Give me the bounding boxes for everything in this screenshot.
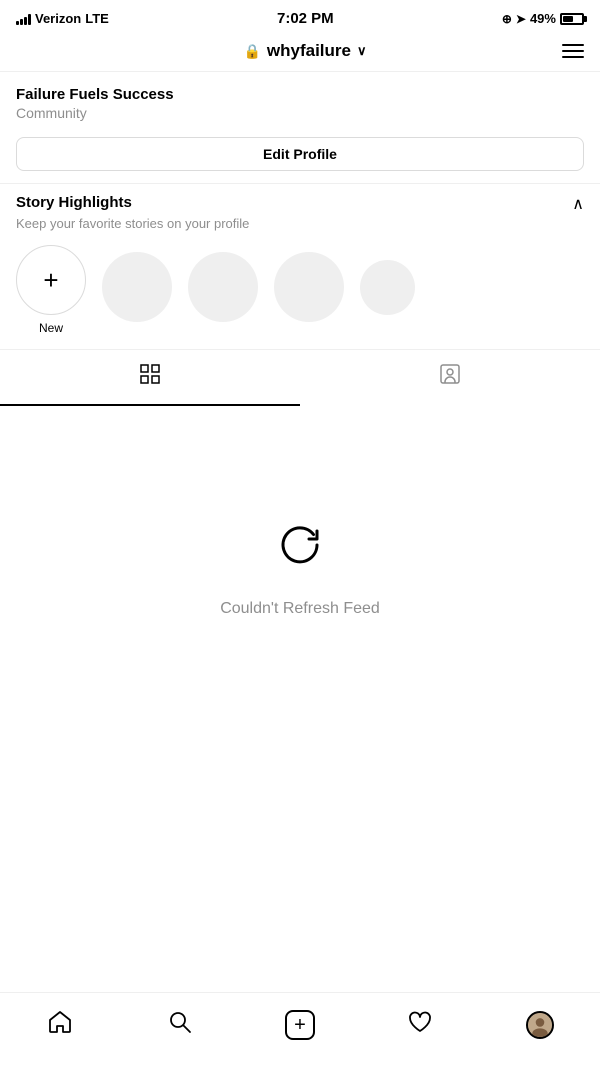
highlights-subtitle: Keep your favorite stories on your profi…	[16, 216, 584, 231]
username-text: whyfailure	[267, 41, 351, 61]
story-highlights-section: Story Highlights ∧ Keep your favorite st…	[0, 183, 600, 349]
highlights-row: + New	[16, 245, 584, 349]
add-nav-button[interactable]: +	[278, 1003, 322, 1047]
network-label: LTE	[85, 11, 109, 26]
profile-type: Community	[16, 105, 584, 121]
add-icon: +	[285, 1010, 315, 1040]
header: 🔒 whyfailure ∨	[0, 33, 600, 72]
search-nav-button[interactable]	[158, 1003, 202, 1047]
lock-icon: 🔒	[243, 43, 260, 60]
status-bar: Verizon LTE 7:02 PM ⊕ ➤ 49%	[0, 0, 600, 33]
chevron-down-icon: ∨	[357, 43, 367, 59]
tab-tagged[interactable]	[300, 350, 600, 406]
highlight-placeholder-2[interactable]	[188, 252, 258, 328]
profile-name: Failure Fuels Success	[16, 86, 584, 103]
highlight-circle-2	[188, 252, 258, 322]
highlight-circle-1	[102, 252, 172, 322]
highlight-placeholder-3[interactable]	[274, 252, 344, 328]
feed-content-area: Couldn't Refresh Feed	[0, 406, 600, 726]
battery-icon	[560, 13, 584, 25]
highlights-title: Story Highlights	[16, 194, 132, 211]
likes-nav-button[interactable]	[398, 1003, 442, 1047]
signal-icon	[16, 13, 31, 25]
grid-icon	[138, 362, 162, 392]
carrier-label: Verizon	[35, 11, 81, 26]
profile-tabs	[0, 349, 600, 406]
time-label: 7:02 PM	[277, 10, 334, 27]
profile-info: Failure Fuels Success Community	[0, 72, 600, 131]
battery-label: 49%	[530, 11, 556, 26]
menu-button[interactable]	[562, 44, 584, 58]
refresh-icon-container	[270, 515, 330, 580]
highlight-placeholder-4[interactable]	[360, 260, 415, 321]
refresh-icon	[270, 515, 330, 575]
highlight-new-button[interactable]: + New	[16, 245, 86, 335]
highlight-new-circle: +	[16, 245, 86, 315]
bottom-nav: +	[0, 992, 600, 1067]
status-right: ⊕ ➤ 49%	[502, 11, 584, 26]
location-icon: ⊕	[502, 12, 512, 26]
profile-avatar	[526, 1011, 554, 1039]
header-username[interactable]: 🔒 whyfailure ∨	[243, 41, 366, 61]
heart-icon	[407, 1009, 433, 1042]
highlight-placeholder-1[interactable]	[102, 252, 172, 328]
home-nav-button[interactable]	[38, 1003, 82, 1047]
home-icon	[47, 1009, 73, 1042]
highlight-circle-4	[360, 260, 415, 315]
highlights-collapse-button[interactable]: ∧	[572, 194, 584, 214]
status-left: Verizon LTE	[16, 11, 109, 26]
highlight-circle-3	[274, 252, 344, 322]
search-icon	[167, 1009, 193, 1042]
plus-icon: +	[43, 267, 58, 293]
tagged-icon	[438, 362, 462, 392]
edit-profile-button[interactable]: Edit Profile	[16, 137, 584, 171]
profile-nav-button[interactable]	[518, 1003, 562, 1047]
arrow-icon: ➤	[516, 12, 526, 26]
highlight-new-label: New	[39, 321, 63, 335]
feed-error-message: Couldn't Refresh Feed	[220, 600, 380, 618]
highlights-header: Story Highlights ∧	[16, 194, 584, 214]
tab-grid[interactable]	[0, 350, 300, 406]
